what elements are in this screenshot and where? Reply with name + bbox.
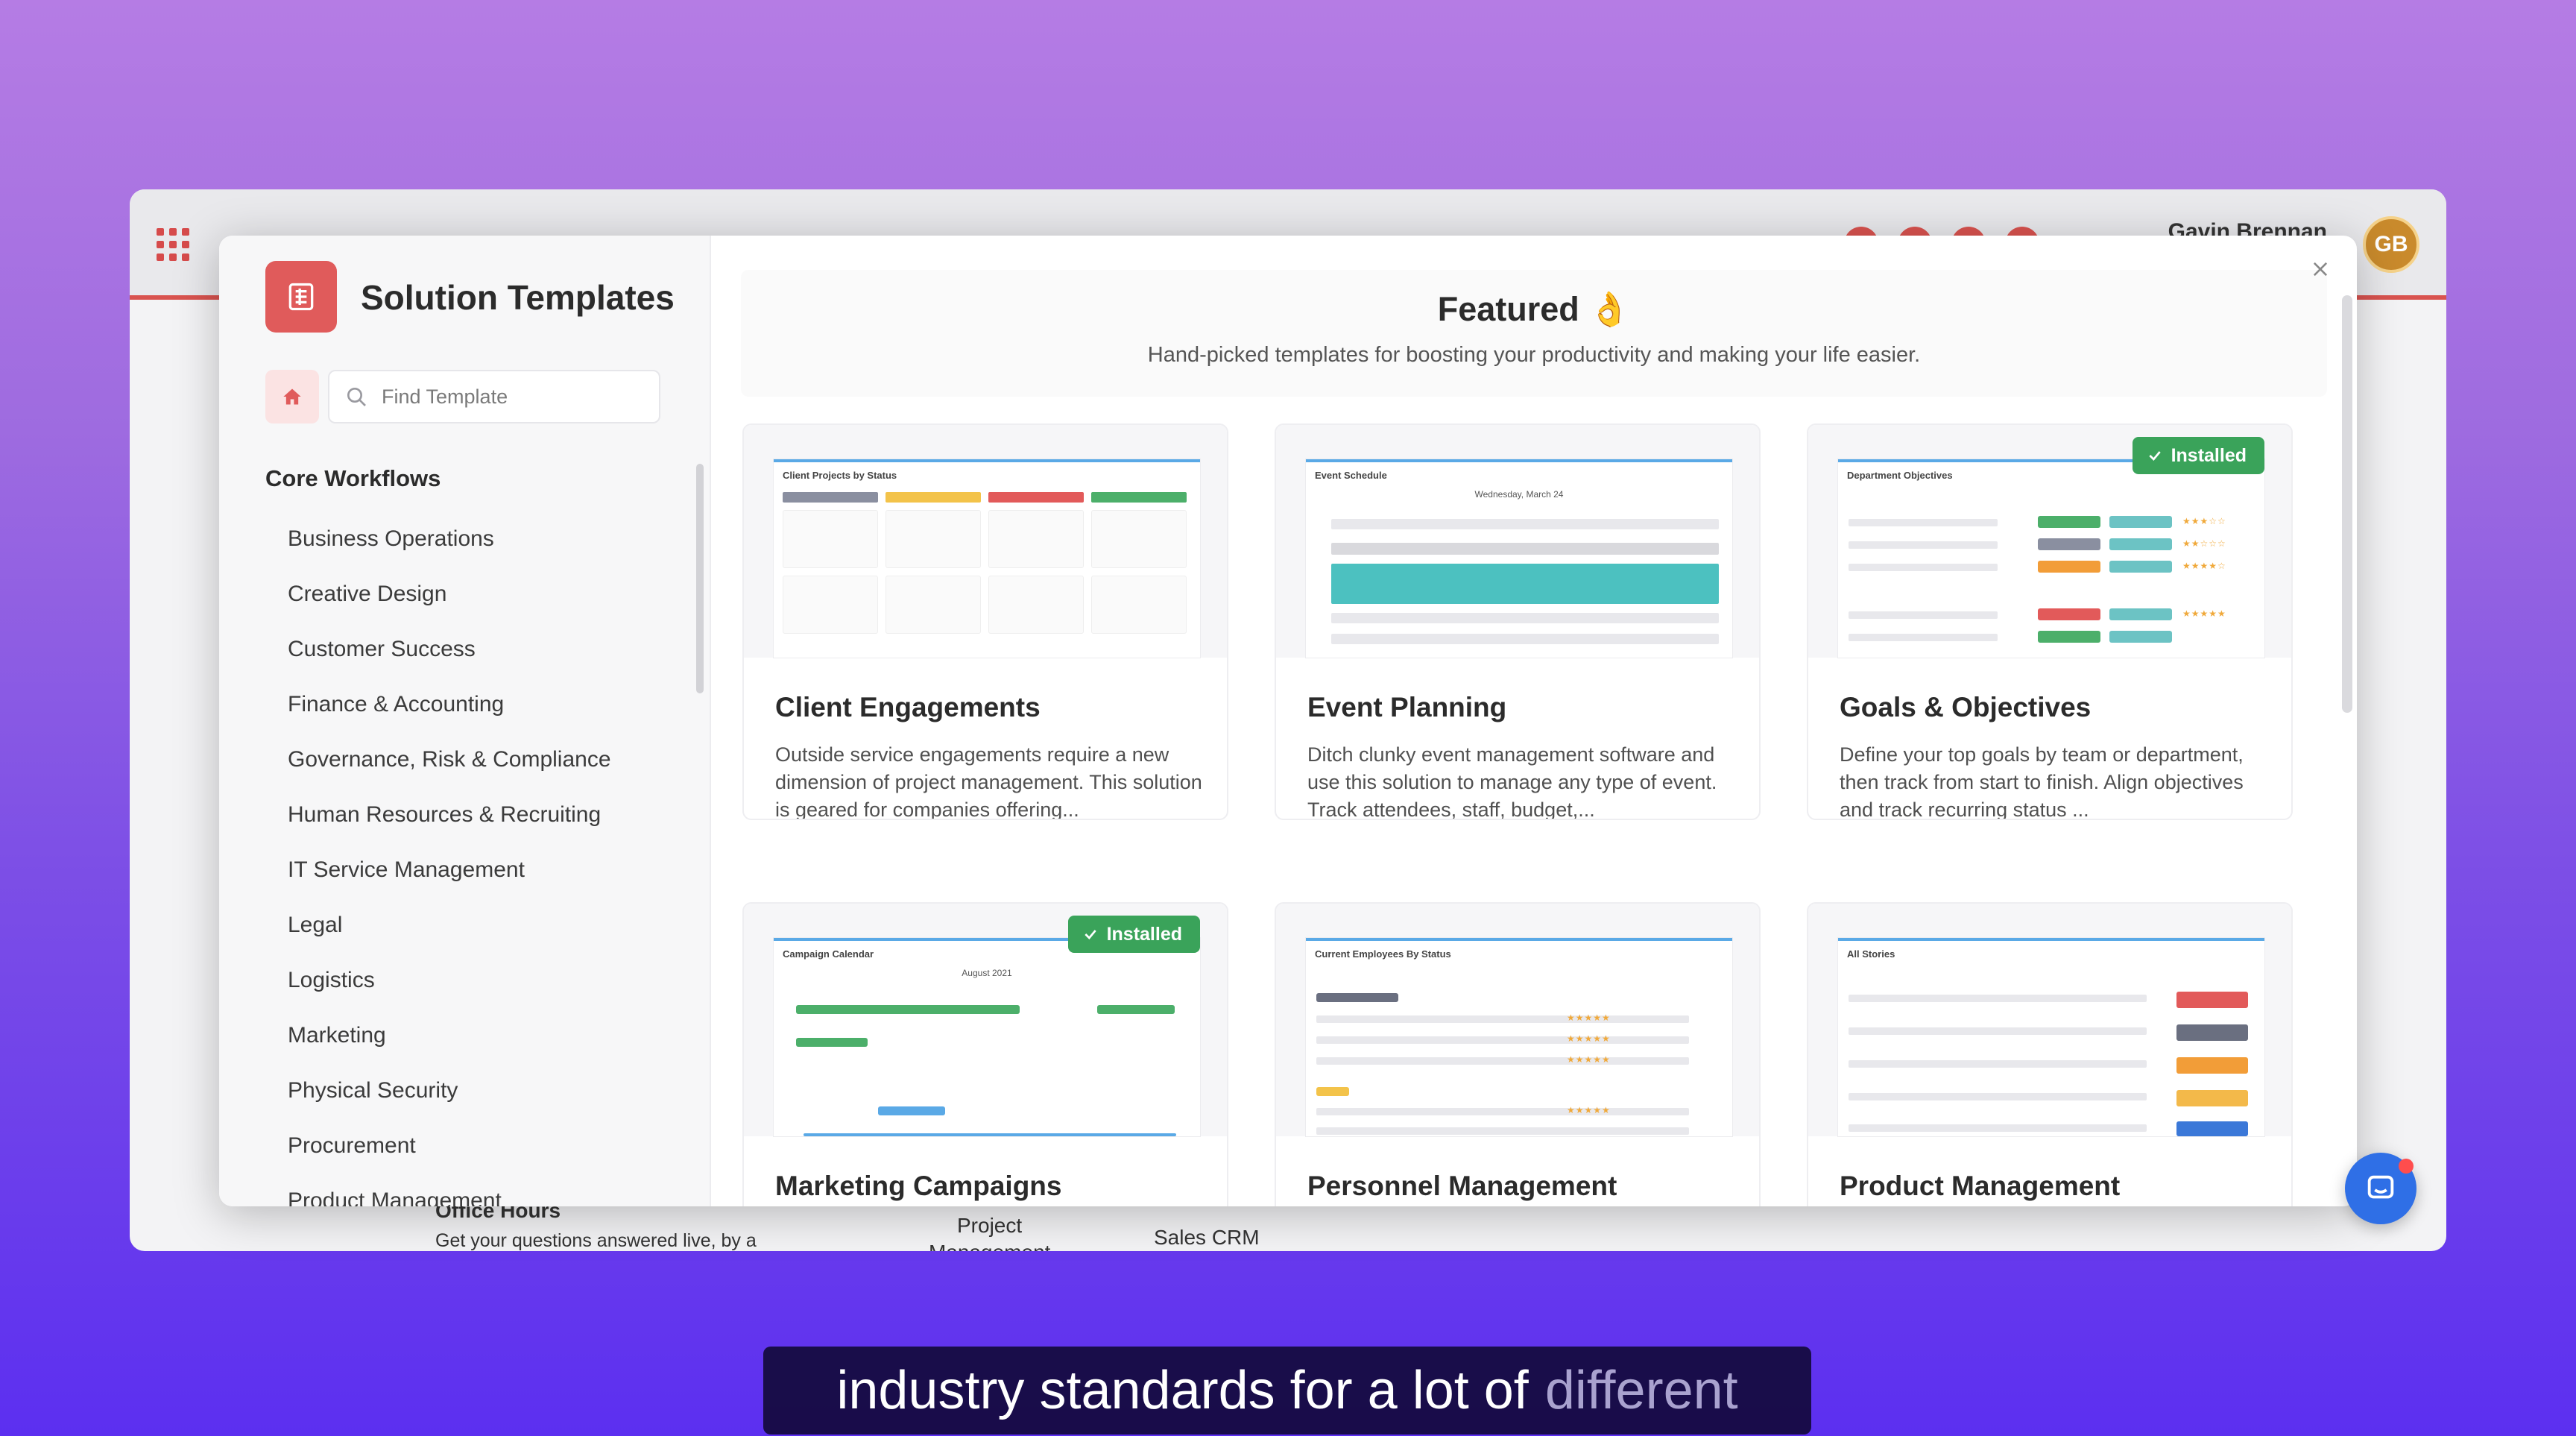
card-thumbnail: Client Projects by Status xyxy=(744,425,1227,658)
sidebar-scrollbar[interactable] xyxy=(696,464,704,693)
card-description: Ditch clunky event management software a… xyxy=(1307,743,1717,820)
category-item[interactable]: Legal xyxy=(288,898,611,953)
avatar[interactable]: GB xyxy=(2363,216,2419,273)
project-label: Project xyxy=(957,1214,1023,1237)
card-thumbnail: Campaign Calendar August 2021 Installed xyxy=(744,904,1227,1136)
thumb-label: Department Objectives xyxy=(1847,470,1953,481)
card-title: Marketing Campaigns xyxy=(775,1171,1062,1201)
search-input[interactable] xyxy=(382,385,635,409)
check-icon xyxy=(1084,930,1096,939)
thumb-label: Current Employees By Status xyxy=(1315,948,1451,960)
category-item[interactable]: Governance, Risk & Compliance xyxy=(288,732,611,787)
category-item[interactable]: Business Operations xyxy=(288,511,611,567)
sidebar: Solution Templates Core Workflows Busine… xyxy=(219,236,711,1206)
modal-title: Solution Templates xyxy=(361,278,675,317)
card-description: Define your top goals by team or departm… xyxy=(1840,743,2244,820)
template-card-marketing-campaigns[interactable]: Campaign Calendar August 2021 Installed … xyxy=(742,902,1228,1206)
card-title: Product Management xyxy=(1840,1171,2121,1201)
card-thumbnail: All Stories xyxy=(1808,904,2291,1136)
office-hours-desc: Get your questions answered live, by a xyxy=(435,1230,757,1251)
template-card-client-engagements[interactable]: Client Projects by Status Client Engagem… xyxy=(742,423,1228,820)
section-title-core-workflows: Core Workflows xyxy=(265,465,441,491)
main-scrollbar[interactable] xyxy=(2342,295,2352,713)
featured-title: Featured 👌 xyxy=(1437,290,1631,328)
card-description: Outside service engagements require a ne… xyxy=(775,743,1202,820)
templates-logo-icon xyxy=(265,261,337,333)
thumb-label: Campaign Calendar xyxy=(783,948,874,960)
featured-subtitle: Hand-picked templates for boosting your … xyxy=(1147,343,1921,367)
card-thumbnail: Current Employees By Status ★★★★★ ★★★★★ … xyxy=(1276,904,1759,1136)
solution-templates-modal: Solution Templates Core Workflows Busine… xyxy=(219,236,2357,1206)
installed-badge: Installed xyxy=(1067,916,1200,953)
category-item[interactable]: Creative Design xyxy=(288,567,611,622)
thumb-label: All Stories xyxy=(1847,948,1895,960)
app-launcher-icon[interactable] xyxy=(157,228,189,261)
card-title: Client Engagements xyxy=(775,692,1041,722)
category-item[interactable]: Marketing xyxy=(288,1008,611,1063)
home-icon xyxy=(283,388,301,405)
category-item[interactable]: Product Management xyxy=(288,1174,611,1206)
close-button[interactable] xyxy=(2302,251,2339,288)
chat-icon xyxy=(2367,1175,2394,1199)
thumb-sub: Wednesday, March 24 xyxy=(1474,489,1564,500)
search-icon xyxy=(347,388,366,406)
main-content: Featured 👌 Hand-picked templates for boo… xyxy=(711,236,2357,1206)
category-item[interactable]: IT Service Management xyxy=(288,843,611,898)
card-thumbnail: Event Schedule Wednesday, March 24 xyxy=(1276,425,1759,658)
search-box[interactable] xyxy=(328,370,660,423)
chat-widget-button[interactable] xyxy=(2345,1153,2416,1224)
thumb-label: Event Schedule xyxy=(1315,470,1387,481)
close-icon xyxy=(2313,262,2328,277)
video-caption: industry standards for a lot of differen… xyxy=(763,1347,1811,1435)
template-card-personnel-management[interactable]: Current Employees By Status ★★★★★ ★★★★★ … xyxy=(1275,902,1761,1206)
card-title: Goals & Objectives xyxy=(1840,692,2092,722)
card-title: Personnel Management xyxy=(1307,1171,1617,1201)
home-button[interactable] xyxy=(265,370,319,423)
sales-crm-label: Sales CRM xyxy=(1154,1226,1260,1249)
caption-text: industry standards for a lot of xyxy=(836,1361,1529,1420)
card-thumbnail: Department Objectives ★★★☆☆ ★★☆☆☆ ★★★★☆ xyxy=(1808,425,2291,658)
category-item[interactable]: Procurement xyxy=(288,1118,611,1174)
thumb-sub: August 2021 xyxy=(962,968,1012,978)
template-card-goals-objectives[interactable]: Department Objectives ★★★☆☆ ★★☆☆☆ ★★★★☆ xyxy=(1807,423,2293,820)
caption-upcoming-text: different xyxy=(1544,1361,1738,1420)
thumb-label: Client Projects by Status xyxy=(783,470,897,481)
template-card-product-management[interactable]: All Stories Product Management xyxy=(1807,902,2293,1206)
card-title: Event Planning xyxy=(1307,692,1507,722)
category-item[interactable]: Customer Success xyxy=(288,622,611,677)
category-item[interactable]: Human Resources & Recruiting xyxy=(288,787,611,843)
featured-banner: Featured 👌 Hand-picked templates for boo… xyxy=(741,270,2327,397)
category-item[interactable]: Logistics xyxy=(288,953,611,1008)
project-sub-label: Management xyxy=(929,1241,1050,1251)
category-item[interactable]: Physical Security xyxy=(288,1063,611,1118)
check-icon xyxy=(2148,451,2161,461)
category-item[interactable]: Finance & Accounting xyxy=(288,677,611,732)
category-list: Business Operations Creative Design Cust… xyxy=(288,511,611,1206)
template-card-event-planning[interactable]: Event Schedule Wednesday, March 24 Event… xyxy=(1275,423,1761,820)
notification-dot xyxy=(2399,1159,2414,1174)
installed-badge: Installed xyxy=(2132,437,2264,474)
